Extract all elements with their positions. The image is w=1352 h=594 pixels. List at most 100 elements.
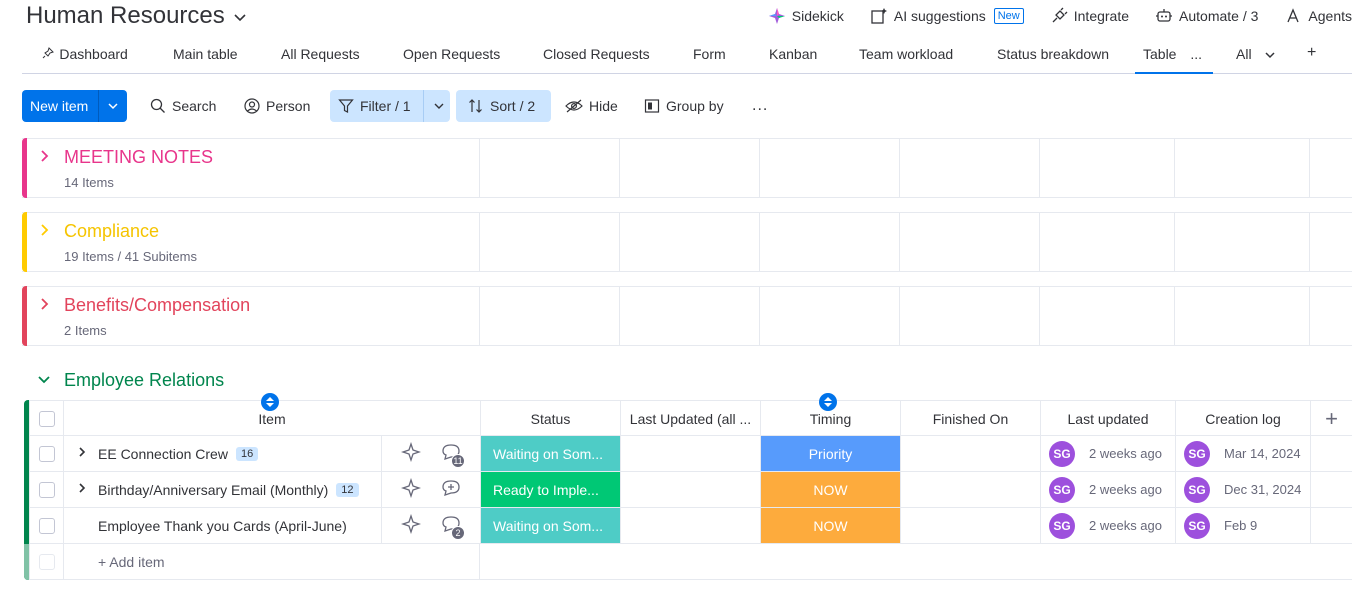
last-updated-all-cell[interactable] <box>620 472 760 507</box>
column-header-finished-on[interactable]: Finished On <box>900 401 1040 436</box>
all-views-dropdown[interactable]: All <box>1236 46 1275 74</box>
table-row[interactable]: Employee Thank you Cards (April-June) 2 … <box>29 508 1352 544</box>
chevron-down-icon[interactable] <box>99 99 127 113</box>
add-item-input[interactable]: + Add item <box>63 544 480 579</box>
chevron-right-icon[interactable] <box>40 297 50 316</box>
comment-icon[interactable]: 11 <box>441 443 465 468</box>
row-select-cell <box>29 472 63 507</box>
group-compliance[interactable]: Compliance 19 Items / 41 Subitems <box>22 212 1352 272</box>
timing-cell[interactable]: NOW <box>760 472 900 507</box>
column-header-last-updated[interactable]: Last updated <box>1040 401 1175 436</box>
creation-log-cell: SG Feb 9 <box>1175 508 1310 543</box>
new-item-button[interactable]: New item <box>22 90 127 122</box>
finished-on-cell[interactable] <box>900 472 1040 507</box>
column-header-status[interactable]: Status <box>480 401 620 436</box>
sparkle-icon[interactable] <box>400 477 422 501</box>
sparkle-icon[interactable] <box>400 513 422 537</box>
chevron-right-icon[interactable] <box>40 223 50 242</box>
creation-date-text: Feb 9 <box>1224 518 1258 533</box>
finished-on-cell[interactable] <box>900 436 1040 471</box>
chevron-down-icon[interactable] <box>38 372 64 388</box>
tab-status-breakdown[interactable]: Status breakdown <box>997 46 1109 74</box>
avatar[interactable]: SG <box>1049 512 1075 539</box>
item-name-cell[interactable]: Employee Thank you Cards (April-June) <box>63 508 381 543</box>
timing-cell[interactable]: NOW <box>760 508 900 543</box>
person-filter-button[interactable]: Person <box>236 90 318 122</box>
group-by-button[interactable]: Group by <box>636 90 732 122</box>
tab-open-requests[interactable]: Open Requests <box>403 46 500 74</box>
select-all-checkbox[interactable] <box>38 410 55 427</box>
integrate-label: Integrate <box>1073 8 1130 24</box>
timing-cell[interactable]: Priority <box>760 436 900 471</box>
tab-table[interactable]: Table ... <box>1135 46 1213 74</box>
subitem-count-badge[interactable]: 12 <box>336 482 359 497</box>
row-checkbox[interactable] <box>38 481 55 498</box>
item-name: Birthday/Anniversary Email (Monthly) <box>98 481 329 498</box>
tab-main-table[interactable]: Main table <box>173 46 238 74</box>
filter-button[interactable]: Filter / 1 <box>330 90 450 122</box>
group-benefits-compensation[interactable]: Benefits/Compensation 2 Items <box>22 286 1352 346</box>
add-comment-icon[interactable] <box>441 479 461 500</box>
sidekick-button[interactable]: Sidekick <box>768 7 844 25</box>
chevron-right-icon[interactable] <box>40 149 50 168</box>
row-checkbox[interactable] <box>38 445 55 462</box>
group-name[interactable]: Compliance <box>64 221 159 242</box>
add-column-button[interactable]: + <box>1310 401 1352 436</box>
tab-all-requests[interactable]: All Requests <box>281 46 360 74</box>
divider <box>619 287 620 345</box>
avatar[interactable]: SG <box>1049 476 1075 503</box>
sort-button[interactable]: Sort / 2 <box>456 90 551 122</box>
integrate-button[interactable]: Integrate <box>1050 7 1129 25</box>
last-updated-all-cell[interactable] <box>620 508 760 543</box>
status-cell[interactable]: Waiting on Som... <box>480 436 620 471</box>
column-header-creation-log[interactable]: Creation log <box>1175 401 1310 436</box>
item-name-cell[interactable]: EE Connection Crew 16 <box>63 436 381 471</box>
column-header-last-updated-all[interactable]: Last Updated (all ... <box>620 401 760 436</box>
add-view-button[interactable]: + <box>1307 44 1316 72</box>
table-row[interactable]: EE Connection Crew 16 11 Waiting on Som.… <box>29 436 1352 472</box>
board-title[interactable]: Human Resources <box>26 2 247 30</box>
tab-kanban[interactable]: Kanban <box>769 46 817 74</box>
expand-subitems-icon[interactable] <box>78 446 98 461</box>
expand-subitems-icon[interactable] <box>78 482 98 497</box>
tab-team-workload[interactable]: Team workload <box>859 46 953 74</box>
more-options-button[interactable]: ... <box>744 90 776 122</box>
row-checkbox[interactable] <box>38 517 55 534</box>
group-meeting-notes[interactable]: MEETING NOTES 14 Items <box>22 138 1352 198</box>
tab-closed-requests[interactable]: Closed Requests <box>543 46 650 74</box>
chevron-down-icon[interactable] <box>434 102 444 110</box>
table-row[interactable]: Birthday/Anniversary Email (Monthly) 12 … <box>29 472 1352 508</box>
tab-form[interactable]: Form <box>693 46 726 74</box>
search-button[interactable]: Search <box>142 90 224 122</box>
group-name[interactable]: MEETING NOTES <box>64 147 213 168</box>
avatar[interactable]: SG <box>1184 440 1210 467</box>
group-name[interactable]: Employee Relations <box>64 370 224 391</box>
finished-on-cell[interactable] <box>900 508 1040 543</box>
tab-options-icon[interactable]: ... <box>1190 46 1202 62</box>
ai-suggestions-button[interactable]: AI suggestions New <box>870 7 1024 25</box>
person-icon <box>244 98 260 114</box>
status-cell[interactable]: Ready to Imple... <box>480 472 620 507</box>
group-employee-relations-header[interactable]: Employee Relations <box>22 368 422 392</box>
item-name-cell[interactable]: Birthday/Anniversary Email (Monthly) 12 <box>63 472 381 507</box>
avatar[interactable]: SG <box>1184 512 1210 539</box>
empty-cell <box>1310 436 1352 471</box>
avatar[interactable]: SG <box>1049 440 1075 467</box>
tab-dashboard[interactable]: Dashboard <box>42 46 128 74</box>
chevron-down-icon[interactable] <box>233 10 247 26</box>
automate-button[interactable]: Automate / 3 <box>1155 7 1258 25</box>
comment-icon[interactable]: 2 <box>441 515 465 540</box>
sparkle-icon[interactable] <box>400 441 422 465</box>
status-cell[interactable]: Waiting on Som... <box>480 508 620 543</box>
avatar[interactable]: SG <box>1184 476 1210 503</box>
sort-indicator-icon[interactable] <box>819 393 837 411</box>
group-name[interactable]: Benefits/Compensation <box>64 295 250 316</box>
subitem-count-badge[interactable]: 16 <box>235 446 259 461</box>
eye-icon <box>565 99 583 113</box>
agents-button[interactable]: Agents <box>1284 7 1352 25</box>
column-header-label: Item <box>258 410 286 427</box>
last-updated-all-cell[interactable] <box>620 436 760 471</box>
last-updated-text: 2 weeks ago <box>1089 446 1162 461</box>
hide-button[interactable]: Hide <box>557 90 626 122</box>
sort-indicator-icon[interactable] <box>261 393 279 411</box>
